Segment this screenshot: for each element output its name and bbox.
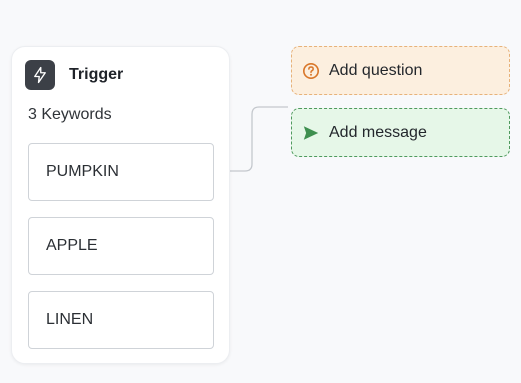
add-question-button[interactable]: Add question: [291, 46, 510, 95]
keyword-item[interactable]: PUMPKIN: [28, 143, 214, 201]
lightning-icon: [25, 60, 55, 90]
keyword-item[interactable]: APPLE: [28, 217, 214, 275]
keywords-count-label: 3 Keywords: [28, 106, 112, 123]
trigger-card[interactable]: Trigger 3 Keywords PUMPKIN APPLE LINEN: [11, 46, 230, 364]
trigger-title: Trigger: [69, 66, 124, 83]
keyword-item[interactable]: LINEN: [28, 291, 214, 349]
trigger-header: Trigger: [25, 60, 123, 90]
question-circle-icon: [302, 62, 320, 80]
add-message-button[interactable]: Add message: [291, 108, 510, 157]
send-icon: [302, 124, 320, 142]
add-message-label: Add message: [329, 123, 427, 141]
add-question-label: Add question: [329, 61, 423, 79]
